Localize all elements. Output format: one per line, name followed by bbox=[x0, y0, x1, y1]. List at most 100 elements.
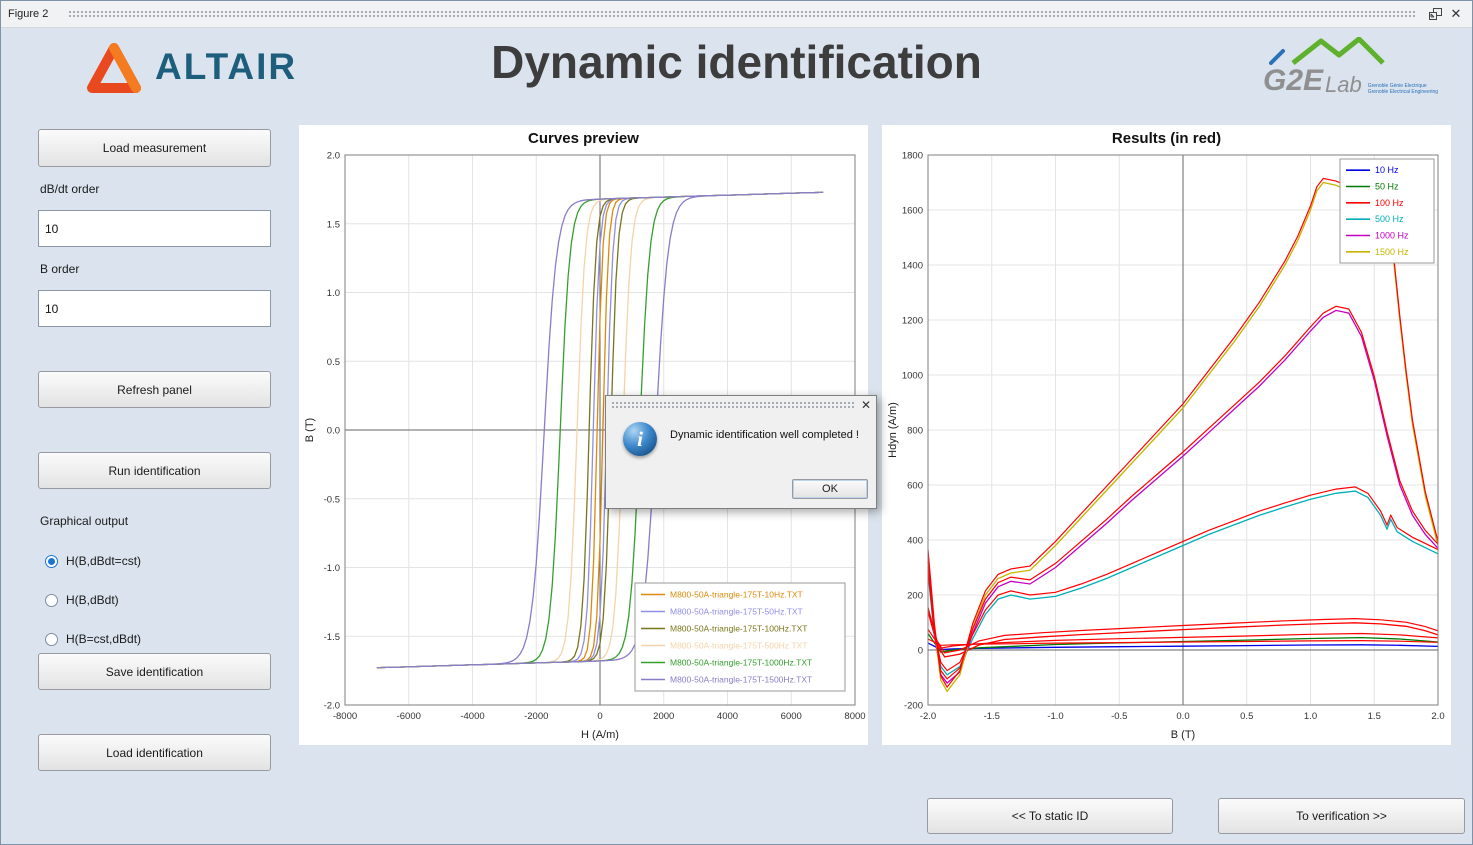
results-panel: -2.0 -1.5 -1.0 -0.5 0.0 0.5 1.0 1.5 2.0 -200 0 200 4… bbox=[882, 125, 1451, 745]
dialog-close-icon[interactable]: ✕ bbox=[861, 398, 871, 412]
radio-button-icon[interactable] bbox=[45, 633, 58, 646]
svg-text:1200: 1200 bbox=[902, 316, 923, 327]
radio-h-b-dbdt[interactable]: H(B,dBdt) bbox=[45, 593, 119, 607]
altair-wordmark: ALTAIR bbox=[155, 46, 297, 88]
svg-text:H (A/m): H (A/m) bbox=[581, 729, 619, 741]
radio-label: H(B,dBdt) bbox=[66, 593, 119, 607]
svg-text:M800-50A-triangle-175T-100Hz.T: M800-50A-triangle-175T-100Hz.TXT bbox=[670, 624, 807, 634]
svg-text:B (T): B (T) bbox=[304, 418, 316, 442]
svg-text:1000: 1000 bbox=[902, 371, 923, 382]
svg-text:M800-50A-triangle-175T-50Hz.TX: M800-50A-triangle-175T-50Hz.TXT bbox=[670, 607, 803, 617]
dialog-titlebar-dots bbox=[611, 401, 855, 409]
svg-text:0.0: 0.0 bbox=[327, 426, 340, 437]
svg-text:1800: 1800 bbox=[902, 151, 923, 162]
svg-text:1.0: 1.0 bbox=[1304, 711, 1317, 722]
svg-text:Hdyn (A/m): Hdyn (A/m) bbox=[887, 402, 899, 458]
svg-text:-4000: -4000 bbox=[460, 711, 484, 722]
svg-text:6000: 6000 bbox=[781, 711, 802, 722]
svg-text:1600: 1600 bbox=[902, 206, 923, 217]
svg-text:100 Hz: 100 Hz bbox=[1375, 198, 1404, 208]
results-plot: -2.0 -1.5 -1.0 -0.5 0.0 0.5 1.0 1.5 2.0 -200 0 200 4… bbox=[882, 125, 1451, 745]
svg-text:-6000: -6000 bbox=[397, 711, 421, 722]
svg-text:1.5: 1.5 bbox=[327, 219, 340, 230]
svg-text:-0.5: -0.5 bbox=[324, 494, 340, 505]
svg-text:-200: -200 bbox=[904, 701, 923, 712]
svg-text:M800-50A-triangle-175T-1500Hz.: M800-50A-triangle-175T-1500Hz.TXT bbox=[670, 675, 812, 685]
svg-text:-2.0: -2.0 bbox=[920, 711, 936, 722]
graphical-output-label: Graphical output bbox=[40, 514, 128, 528]
svg-text:-1.0: -1.0 bbox=[1047, 711, 1063, 722]
dbdt-order-input[interactable] bbox=[38, 210, 271, 247]
svg-text:1.0: 1.0 bbox=[327, 288, 340, 299]
svg-text:-8000: -8000 bbox=[333, 711, 357, 722]
run-identification-button[interactable]: Run identification bbox=[38, 452, 271, 489]
svg-text:10 Hz: 10 Hz bbox=[1375, 165, 1399, 175]
load-identification-button[interactable]: Load identification bbox=[38, 734, 271, 771]
radio-label: H(B,dBdt=cst) bbox=[66, 554, 141, 568]
g2elab-logo: G2E Lab Grenoble Génie Electrique Grenob… bbox=[1263, 37, 1433, 98]
radio-h-b-dbdt-cst[interactable]: H(B,dBdt=cst) bbox=[45, 554, 141, 568]
dialog-message: Dynamic identification well completed ! bbox=[670, 429, 859, 441]
svg-text:1500 Hz: 1500 Hz bbox=[1375, 247, 1409, 257]
curves-preview-title: Curves preview bbox=[299, 130, 868, 147]
svg-text:2000: 2000 bbox=[653, 711, 674, 722]
svg-text:1.5: 1.5 bbox=[1368, 711, 1381, 722]
svg-text:0.5: 0.5 bbox=[1240, 711, 1253, 722]
dock-icon[interactable] bbox=[1426, 5, 1444, 23]
svg-text:8000: 8000 bbox=[844, 711, 865, 722]
radio-button-icon[interactable] bbox=[45, 594, 58, 607]
svg-text:-1.5: -1.5 bbox=[984, 711, 1000, 722]
svg-text:-0.5: -0.5 bbox=[1111, 711, 1127, 722]
g2e-tagline: Grenoble Génie Electrique Grenoble Elect… bbox=[1368, 83, 1438, 95]
svg-text:500 Hz: 500 Hz bbox=[1375, 214, 1404, 224]
svg-text:50 Hz: 50 Hz bbox=[1375, 182, 1399, 192]
dialog-titlebar: ✕ bbox=[606, 396, 876, 413]
svg-text:-1.0: -1.0 bbox=[324, 563, 340, 574]
window-title: Figure 2 bbox=[8, 8, 48, 20]
svg-text:0.0: 0.0 bbox=[1176, 711, 1189, 722]
svg-text:-2.0: -2.0 bbox=[324, 701, 340, 712]
svg-text:M800-50A-triangle-175T-1000Hz.: M800-50A-triangle-175T-1000Hz.TXT bbox=[670, 658, 812, 668]
svg-text:M800-50A-triangle-175T-500Hz.T: M800-50A-triangle-175T-500Hz.TXT bbox=[670, 641, 807, 651]
to-verification-button[interactable]: To verification >> bbox=[1218, 798, 1465, 834]
to-static-id-button[interactable]: << To static ID bbox=[927, 798, 1173, 834]
svg-text:800: 800 bbox=[907, 426, 923, 437]
altair-logo: ALTAIR bbox=[86, 39, 297, 95]
radio-label: H(B=cst,dBdt) bbox=[66, 632, 141, 646]
info-icon bbox=[623, 422, 657, 456]
save-identification-button[interactable]: Save identification bbox=[38, 653, 271, 690]
svg-text:2.0: 2.0 bbox=[1431, 711, 1444, 722]
svg-text:1400: 1400 bbox=[902, 261, 923, 272]
mountain-icon bbox=[1263, 37, 1403, 65]
svg-text:400: 400 bbox=[907, 536, 923, 547]
altair-triangle-icon bbox=[86, 39, 142, 95]
g2e-tagline-en: Grenoble Electrical Engineering bbox=[1368, 89, 1438, 95]
radio-button-icon[interactable] bbox=[45, 555, 58, 568]
svg-text:B (T): B (T) bbox=[1171, 729, 1195, 741]
titlebar-dots bbox=[68, 10, 1415, 19]
radio-h-bcst-dbdt[interactable]: H(B=cst,dBdt) bbox=[45, 632, 141, 646]
svg-text:200: 200 bbox=[907, 591, 923, 602]
svg-text:2.0: 2.0 bbox=[327, 151, 340, 162]
results-title: Results (in red) bbox=[882, 130, 1451, 147]
dialog-ok-button[interactable]: OK bbox=[792, 479, 868, 499]
b-order-label: B order bbox=[40, 262, 79, 276]
refresh-panel-button[interactable]: Refresh panel bbox=[38, 371, 271, 408]
close-icon[interactable]: ✕ bbox=[1447, 5, 1465, 23]
svg-text:1000 Hz: 1000 Hz bbox=[1375, 231, 1409, 241]
svg-text:0.5: 0.5 bbox=[327, 357, 340, 368]
svg-text:600: 600 bbox=[907, 481, 923, 492]
svg-text:M800-50A-triangle-175T-10Hz.TX: M800-50A-triangle-175T-10Hz.TXT bbox=[670, 590, 803, 600]
svg-text:4000: 4000 bbox=[717, 711, 738, 722]
b-order-input[interactable] bbox=[38, 290, 271, 327]
g2e-wordmark: G2E bbox=[1263, 64, 1323, 98]
g2e-lab-wordmark: Lab bbox=[1325, 72, 1362, 98]
window-titlebar: Figure 2 ✕ bbox=[1, 1, 1472, 28]
load-measurement-button[interactable]: Load measurement bbox=[38, 129, 271, 167]
svg-text:-2000: -2000 bbox=[524, 711, 548, 722]
figure-window: Figure 2 ✕ ALTAIR Dynamic identification… bbox=[0, 0, 1473, 845]
svg-text:0: 0 bbox=[597, 711, 602, 722]
svg-text:0: 0 bbox=[918, 646, 923, 657]
dbdt-order-label: dB/dt order bbox=[40, 182, 99, 196]
dock-window-icon bbox=[1429, 8, 1442, 20]
